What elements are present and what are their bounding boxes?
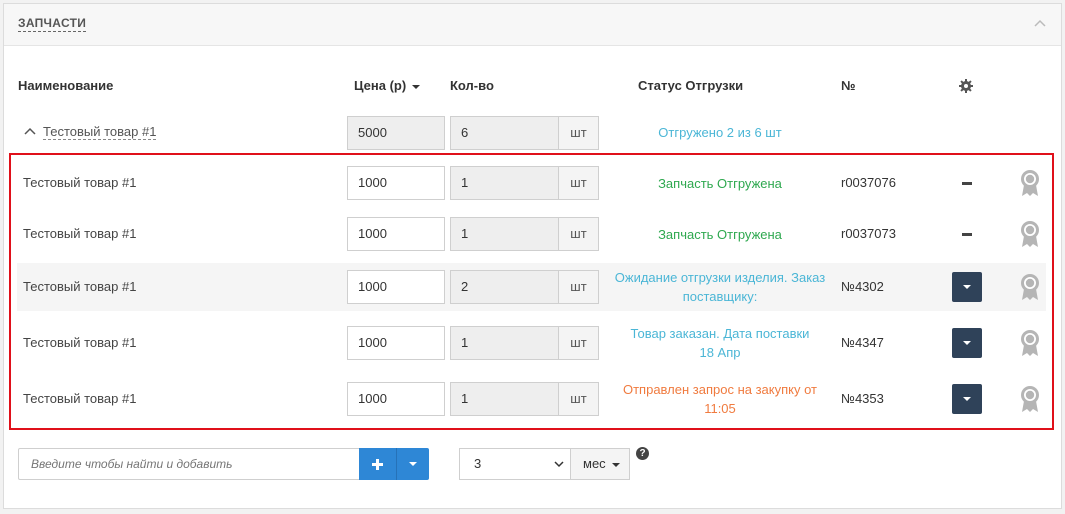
award-icon[interactable] bbox=[1020, 169, 1040, 197]
item-unit: шт bbox=[558, 382, 599, 416]
group-qty-field: 6 bbox=[450, 116, 559, 150]
chevron-up-icon[interactable] bbox=[24, 126, 36, 136]
item-status: Отправлен запрос на закупку от 11:05 bbox=[604, 380, 836, 418]
panel-header: ЗАПЧАСТИ bbox=[4, 4, 1061, 46]
group-unit: шт bbox=[558, 116, 599, 150]
item-name: Тестовый товар #1 bbox=[23, 226, 137, 241]
item-status: Товар заказан. Дата поставки 18 Апр bbox=[604, 324, 836, 362]
period-value: 3 bbox=[474, 456, 482, 471]
award-icon[interactable] bbox=[1020, 273, 1040, 301]
add-options-button[interactable] bbox=[396, 448, 429, 480]
parts-panel: ЗАПЧАСТИ bbox=[3, 3, 1062, 509]
column-name-header: Наименование bbox=[18, 78, 114, 93]
item-number: №4353 bbox=[841, 391, 884, 406]
help-icon[interactable]: ? bbox=[636, 447, 649, 460]
item-status-line: Запчасть Отгружена bbox=[658, 175, 782, 191]
chevron-up-icon[interactable] bbox=[1033, 16, 1047, 30]
item-price-input[interactable]: 1000 bbox=[347, 217, 445, 251]
item-name: Тестовый товар #1 bbox=[23, 175, 137, 190]
item-qty-field: 2 bbox=[450, 270, 559, 304]
item-number: r0037073 bbox=[841, 226, 896, 241]
add-button[interactable] bbox=[359, 448, 396, 480]
item-unit: шт bbox=[558, 166, 599, 200]
gear-icon[interactable] bbox=[958, 78, 974, 94]
column-status-header: Статус Отгрузки bbox=[638, 78, 744, 93]
item-number: №4347 bbox=[841, 335, 884, 350]
item-status-line: Ожидание отгрузки изделия. Заказ bbox=[614, 270, 826, 285]
item-name: Тестовый товар #1 bbox=[23, 391, 137, 406]
item-actions-dropdown[interactable] bbox=[952, 384, 982, 414]
item-name: Тестовый товар #1 bbox=[23, 335, 137, 350]
item-status-line: Запчасть Отгружена bbox=[658, 226, 782, 242]
award-icon[interactable] bbox=[1020, 220, 1040, 248]
item-qty-field: 1 bbox=[450, 166, 559, 200]
item-status-line: 18 Апр bbox=[699, 345, 741, 360]
item-unit: шт bbox=[558, 270, 599, 304]
item-unit: шт bbox=[558, 217, 599, 251]
panel-title[interactable]: ЗАПЧАСТИ bbox=[18, 16, 87, 32]
item-actions-dropdown[interactable] bbox=[952, 272, 982, 302]
search-add-input[interactable] bbox=[18, 448, 360, 480]
award-icon[interactable] bbox=[1020, 329, 1040, 357]
item-status: Ожидание отгрузки изделия. Заказ поставщи… bbox=[604, 268, 836, 306]
item-price-input[interactable]: 1000 bbox=[347, 326, 445, 360]
item-qty-field: 1 bbox=[450, 217, 559, 251]
column-qty-header: Кол-во bbox=[450, 78, 494, 93]
item-qty-field: 1 bbox=[450, 326, 559, 360]
item-price-input[interactable]: 1000 bbox=[347, 382, 445, 416]
group-status: Отгружено 2 из 6 шт bbox=[658, 125, 782, 140]
item-actions-dropdown[interactable] bbox=[952, 328, 982, 358]
item-unit: шт bbox=[558, 326, 599, 360]
item-name: Тестовый товар #1 bbox=[23, 279, 137, 294]
item-status-line: Товар заказан. Дата поставки bbox=[630, 326, 810, 341]
chevron-down-icon bbox=[554, 461, 564, 468]
item-number: №4302 bbox=[841, 279, 884, 294]
item-status-line: Отправлен запрос на закупку от bbox=[622, 382, 817, 397]
item-status: Запчасть Отгружена bbox=[604, 225, 836, 244]
item-price-input[interactable]: 1000 bbox=[347, 270, 445, 304]
remove-button[interactable] bbox=[962, 233, 972, 236]
remove-button[interactable] bbox=[962, 182, 972, 185]
group-name[interactable]: Тестовый товар #1 bbox=[43, 124, 157, 140]
group-price-field: 5000 bbox=[347, 116, 445, 150]
award-icon[interactable] bbox=[1020, 385, 1040, 413]
item-number: r0037076 bbox=[841, 175, 896, 190]
sort-caret-icon bbox=[412, 84, 421, 89]
item-status-line: 11:05 bbox=[704, 401, 736, 416]
item-status: Запчасть Отгружена bbox=[604, 174, 836, 193]
column-number-header: № bbox=[841, 78, 856, 93]
period-unit-button[interactable]: мес bbox=[570, 448, 630, 480]
item-qty-field: 1 bbox=[450, 382, 559, 416]
period-select[interactable]: 3 bbox=[459, 448, 571, 480]
item-price-input[interactable]: 1000 bbox=[347, 166, 445, 200]
column-price-header[interactable]: Цена (р) bbox=[354, 78, 421, 93]
item-status-line: поставщику: bbox=[682, 289, 758, 304]
